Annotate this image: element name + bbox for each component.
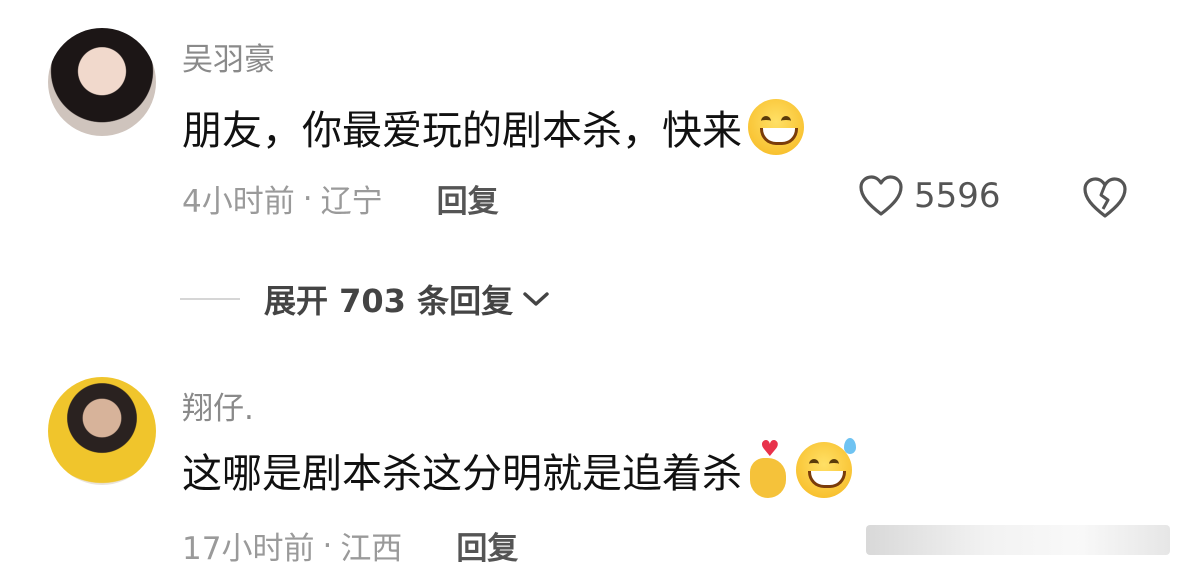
comment-location: 江西	[340, 531, 403, 567]
scroll-artifact	[866, 525, 1170, 555]
reply-button[interactable]: 回复	[437, 176, 499, 221]
comment-meta: 17小时前 · 江西 回复	[182, 523, 518, 568]
heart-icon	[859, 175, 903, 216]
grin-emoji-icon	[748, 99, 804, 155]
comment-body: 这哪是剧本杀这分明就是追着杀	[182, 451, 742, 497]
meta-separator: ·	[302, 180, 313, 217]
like-button[interactable]: 5596	[858, 174, 1001, 218]
comment-body: 朋友，你最爱玩的剧本杀，快来	[182, 108, 742, 154]
comment-location: 辽宁	[320, 184, 383, 220]
reply-button[interactable]: 回复	[456, 523, 518, 568]
divider-line	[180, 298, 240, 300]
meta-separator: ·	[322, 527, 333, 564]
like-count: 5596	[914, 176, 1001, 216]
expand-replies-button[interactable]: 展开 703 条回复	[180, 276, 551, 322]
comment-meta: 4小时前 · 辽宁 回复	[182, 176, 499, 221]
comment-time: 17小时前	[182, 531, 315, 567]
comment-text: 朋友，你最爱玩的剧本杀，快来	[182, 98, 804, 156]
avatar[interactable]	[48, 28, 156, 136]
avatar[interactable]	[48, 377, 156, 485]
expand-replies-label: 展开 703 条回复	[264, 282, 514, 320]
username[interactable]: 翔仔.	[182, 383, 254, 428]
broken-heart-icon	[1083, 177, 1127, 218]
finger-heart-emoji-icon: ♥	[748, 439, 790, 498]
comment-item: 翔仔. 这哪是剧本杀这分明就是追着杀 ♥ 17小时前 · 江西 回复	[0, 355, 1179, 573]
username[interactable]: 吴羽豪	[182, 34, 275, 79]
comment-text: 这哪是剧本杀这分明就是追着杀 ♥	[182, 438, 856, 499]
comment-item: 吴羽豪 朋友，你最爱玩的剧本杀，快来 4小时前 · 辽宁 回复 5596	[0, 0, 1179, 260]
dislike-button[interactable]	[1082, 176, 1128, 224]
comment-time: 4小时前	[182, 184, 295, 220]
chevron-down-icon	[523, 292, 549, 306]
grimace-sweat-emoji-icon	[796, 438, 856, 498]
